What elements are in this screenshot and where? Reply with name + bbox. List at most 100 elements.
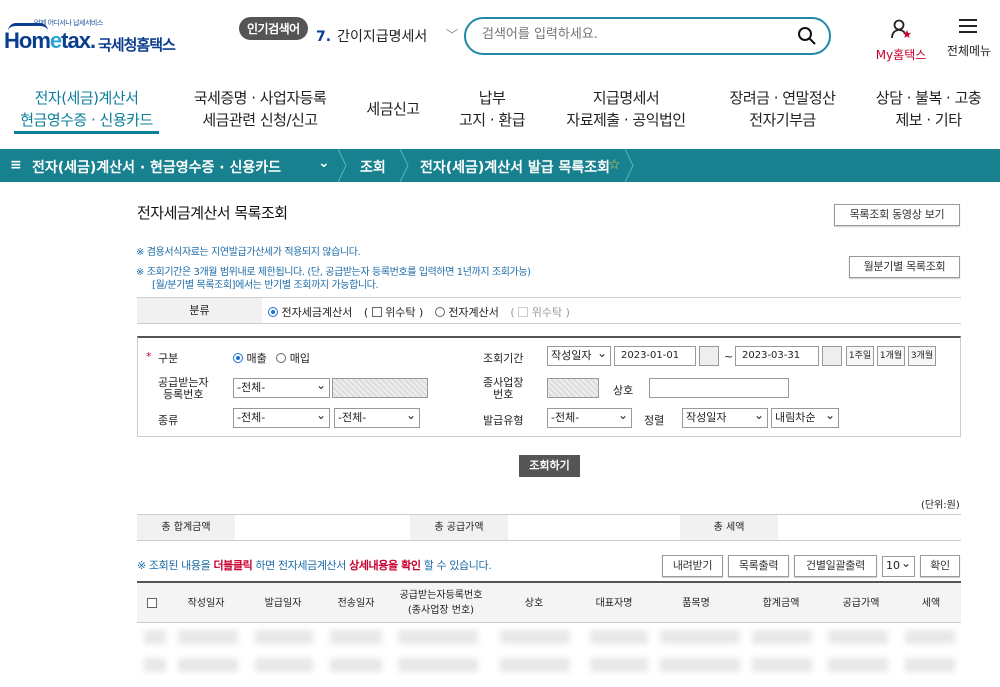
col-company[interactable]: 상호 — [491, 583, 577, 623]
gubun-label: 구분 — [158, 352, 179, 365]
favorite-star-icon[interactable]: ☆ — [608, 157, 621, 173]
sort-order-select[interactable]: 내림차순 — [771, 406, 839, 428]
paren: ( — [510, 306, 515, 319]
my-hometax-button[interactable]: My홈택스 — [871, 18, 931, 63]
col-representative[interactable]: 대표자명 — [577, 583, 651, 623]
logo-korean: 국세청홈택스 — [98, 36, 176, 54]
breadcrumb-level3: 전자(세금)계산서 발급 목록조회 — [420, 160, 610, 176]
col-buyer-reg-no[interactable]: 공급받는자등록번호 (종사업장 번호) — [391, 583, 491, 623]
kind-select-1[interactable]: -전체- — [233, 406, 330, 428]
radio-sale[interactable] — [233, 353, 243, 363]
buyer-reg-select[interactable]: -전체- — [233, 376, 330, 398]
issue-type-select[interactable]: -전체- — [547, 406, 632, 428]
nav-consult-appeal[interactable]: 상담 · 불복 · 고충 제보 · 기타 — [866, 87, 991, 131]
nav-payment-statement[interactable]: 지급명세서 자료제출 · 공익법인 — [556, 87, 696, 131]
col-send-date[interactable]: 전송일자 — [321, 583, 391, 623]
page-size-select[interactable]: 10 — [882, 554, 915, 577]
nav-payment-refund[interactable]: 납부 고지 · 환급 — [452, 87, 532, 131]
buyer-reg-input — [332, 378, 428, 398]
date-from-input[interactable]: 2023-01-01 — [614, 346, 696, 366]
query-button[interactable]: 조회하기 — [519, 455, 580, 477]
popular-search-badge: 인기검색어 — [239, 17, 308, 40]
col-supply-amount[interactable]: 공급가액 — [821, 583, 901, 623]
breadcrumb-section[interactable]: 전자(세금)계산서 · 현금영수증 · 신용카드 — [32, 157, 281, 177]
radio-e-invoice[interactable] — [434, 307, 445, 317]
label-e-invoice: 전자계산서 — [448, 306, 499, 319]
date-to-input[interactable]: 2023-03-31 — [735, 346, 819, 366]
three-month-button[interactable]: 3개월 — [908, 346, 936, 366]
search-input[interactable] — [482, 27, 782, 42]
note-monthly-query: [월/분기별 목록조회]에서는 반기별 조회까지 가능합니다. — [152, 280, 379, 291]
table-row — [500, 630, 570, 644]
col-item-name[interactable]: 품목명 — [651, 583, 741, 623]
table-row — [255, 658, 313, 672]
video-guide-button[interactable]: 목록조회 동영상 보기 — [834, 204, 960, 226]
table-row — [590, 658, 648, 672]
total-amount-label: 총 합계금액 — [137, 515, 235, 540]
select-all-checkbox-cell — [137, 583, 167, 623]
label-consignment: 위수탁 — [385, 306, 416, 319]
period-type-select[interactable]: 작성일자 — [547, 344, 611, 366]
total-supply-label: 총 공급가액 — [410, 515, 508, 540]
site-header: 언제 어디서나 납세서비스 Hometax. 국세청홈택스 인기검색어 7. 간이… — [0, 0, 1000, 75]
nav-certificate-registration[interactable]: 국세증명 · 사업자등록 세금관련 신청/신고 — [185, 87, 335, 131]
table-row — [144, 630, 166, 644]
col-write-date[interactable]: 작성일자 — [167, 583, 245, 623]
monthly-quarterly-query-button[interactable]: 월분기별 목록조회 — [849, 256, 960, 278]
chevron-down-icon: ﹀ — [445, 28, 458, 42]
logo-brand: Hometax. — [4, 28, 96, 53]
col-total-amount[interactable]: 합계금액 — [741, 583, 821, 623]
popular-term: 간이지급명세서 — [337, 29, 428, 45]
col-tax[interactable]: 세액 — [901, 583, 961, 623]
sort-label: 정렬 — [644, 414, 665, 427]
table-row — [905, 630, 955, 644]
chevron-down-icon[interactable]: ⌄ — [318, 155, 330, 171]
hometax-logo[interactable]: 언제 어디서나 납세서비스 Hometax. 국세청홈택스 — [4, 18, 184, 58]
page-title: 전자세금계산서 목록조회 — [137, 204, 288, 222]
table-row — [828, 658, 888, 672]
paren: ) — [565, 306, 570, 319]
search-box — [464, 17, 831, 55]
table-row — [398, 630, 478, 644]
company-input[interactable] — [649, 378, 789, 398]
table-row — [500, 658, 570, 672]
breadcrumb-separator — [399, 149, 409, 182]
paren: ( — [363, 306, 369, 319]
calendar-icon[interactable] — [699, 346, 719, 366]
col-issue-date[interactable]: 발급일자 — [245, 583, 321, 623]
checkbox-consignment[interactable] — [371, 307, 382, 317]
total-tax-label: 총 세액 — [680, 515, 778, 540]
required-mark: * — [146, 350, 152, 363]
hamburger-icon — [959, 19, 977, 33]
radio-purchase[interactable] — [276, 353, 287, 363]
calendar-icon[interactable] — [822, 346, 842, 366]
result-table-header: 작성일자 발급일자 전송일자 공급받는자등록번호 (종사업장 번호) 상호 대표… — [137, 581, 961, 623]
print-list-button[interactable]: 목록출력 — [728, 555, 789, 577]
date-range-tilde: ~ — [724, 350, 734, 363]
select-all-checkbox[interactable] — [147, 598, 157, 608]
table-row — [178, 630, 238, 644]
breadcrumb-level2[interactable]: 조회 — [360, 157, 386, 177]
search-icon[interactable] — [797, 26, 817, 46]
table-row — [590, 630, 648, 644]
issue-type-label: 발급유형 — [483, 414, 524, 427]
nav-etax-receipt-card[interactable]: 전자(세금)계산서 현금영수증 · 신용카드 — [14, 87, 159, 131]
confirm-button[interactable]: 확인 — [920, 555, 960, 577]
all-menu-label: 전체메뉴 — [946, 44, 992, 58]
one-month-button[interactable]: 1개월 — [877, 346, 905, 366]
popular-search-select[interactable]: 7. 간이지급명세서 ﹀ — [316, 26, 458, 46]
table-row — [828, 630, 888, 644]
one-week-button[interactable]: 1주일 — [846, 346, 874, 366]
menu-icon[interactable]: ≡ — [10, 157, 22, 173]
all-menu-button[interactable]: 전체메뉴 — [940, 18, 998, 59]
radio-e-tax-invoice[interactable] — [268, 307, 278, 317]
kind-select-2[interactable]: -전체- — [334, 406, 420, 428]
table-row — [905, 658, 955, 672]
batch-print-button[interactable]: 건별일괄출력 — [794, 555, 877, 577]
download-button[interactable]: 내려받기 — [662, 555, 723, 577]
nav-incentive-settlement[interactable]: 장려금 · 연말정산 전자기부금 — [720, 87, 845, 131]
breadcrumb-separator — [337, 149, 347, 182]
unit-label: (단위:원) — [921, 500, 960, 511]
sort-field-select[interactable]: 작성일자 — [682, 406, 768, 428]
nav-tax-filing[interactable]: 세금신고 — [358, 98, 428, 120]
